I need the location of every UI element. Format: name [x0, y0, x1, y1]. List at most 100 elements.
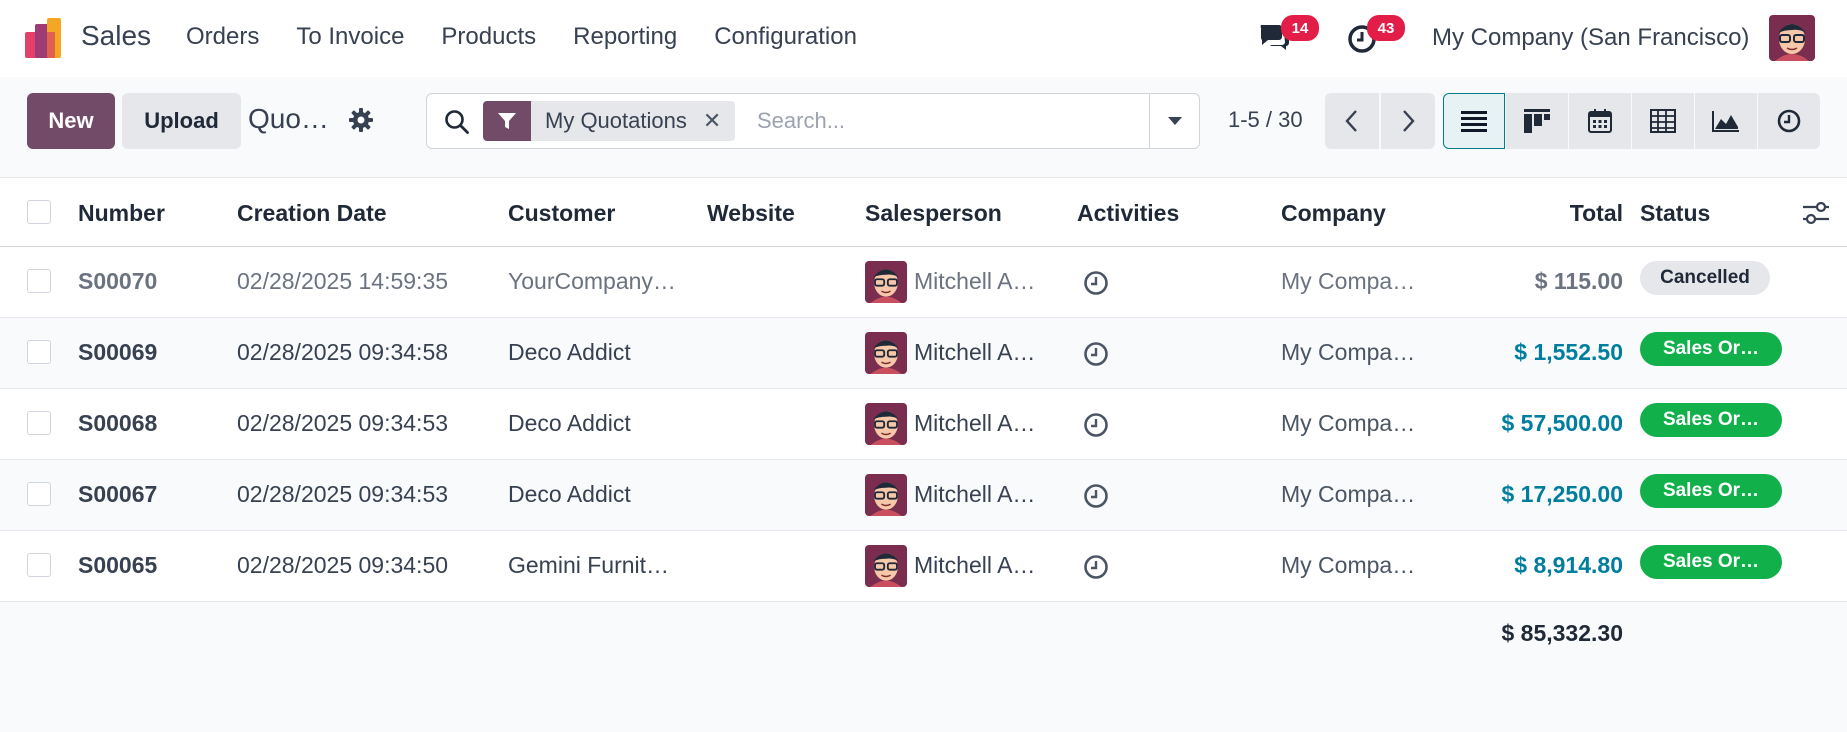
clock-icon [1777, 109, 1801, 133]
order-total: $ 8,914.80 [1514, 552, 1623, 578]
customer: Gemini Furnit… [508, 552, 670, 578]
customer: Deco Addict [508, 410, 631, 436]
company: My Compa… [1281, 481, 1416, 507]
upload-button[interactable]: Upload [122, 93, 241, 149]
status-badge: Sales Or… [1640, 545, 1782, 579]
kanban-view-icon [1524, 109, 1550, 133]
creation-date: 02/28/2025 09:34:53 [237, 481, 449, 507]
activity-clock-icon[interactable] [1083, 412, 1109, 438]
status-badge: Sales Or… [1640, 403, 1782, 437]
column-salesperson[interactable]: Salesperson [865, 200, 1002, 227]
search-options-toggle[interactable] [1149, 94, 1199, 148]
table-header: Number Creation Date Customer Website Sa… [0, 177, 1847, 247]
salesperson: Mitchell A… [914, 481, 1036, 507]
quotations-list: Number Creation Date Customer Website Sa… [0, 177, 1847, 602]
salesperson-avatar [865, 332, 907, 374]
company-switcher[interactable]: My Company (San Francisco) [1432, 24, 1749, 52]
remove-facet-icon[interactable]: ✕ [703, 108, 721, 134]
top-navbar: Sales Orders To Invoice Products Reporti… [0, 0, 1847, 77]
company: My Compa… [1281, 552, 1416, 578]
row-checkbox[interactable] [27, 553, 51, 577]
salesperson: Mitchell A… [914, 410, 1036, 436]
company: My Compa… [1281, 410, 1416, 436]
graph-view-button[interactable] [1695, 93, 1757, 149]
menu-configuration[interactable]: Configuration [714, 23, 857, 51]
activity-clock-icon[interactable] [1083, 554, 1109, 580]
creation-date: 02/28/2025 09:34:58 [237, 339, 449, 365]
pager-previous-button[interactable] [1325, 93, 1379, 149]
pager-value[interactable]: 1-5 / 30 [1228, 107, 1303, 133]
status-badge: Sales Or… [1640, 332, 1782, 366]
pager-next-button[interactable] [1381, 93, 1435, 149]
customer: Deco Addict [508, 339, 631, 365]
menu-products[interactable]: Products [441, 23, 536, 51]
table-row[interactable]: S00065 02/28/2025 09:34:50 Gemini Furnit… [0, 531, 1847, 602]
chevron-right-icon [1403, 110, 1415, 132]
column-creation-date[interactable]: Creation Date [237, 200, 387, 227]
calendar-view-icon [1588, 109, 1612, 133]
search-bar: My Quotations ✕ [426, 93, 1200, 149]
column-website[interactable]: Website [707, 200, 795, 227]
area-chart-icon [1712, 111, 1739, 132]
pivot-table-icon [1650, 109, 1676, 133]
status-badge: Cancelled [1640, 261, 1770, 295]
company: My Compa… [1281, 339, 1416, 365]
activity-clock-icon[interactable] [1083, 483, 1109, 509]
table-row[interactable]: S00069 02/28/2025 09:34:58 Deco Addict M… [0, 318, 1847, 389]
column-activities[interactable]: Activities [1077, 200, 1179, 227]
optional-columns-icon[interactable] [1803, 201, 1829, 225]
facet-label: My Quotations [545, 108, 687, 133]
order-number: S00065 [78, 552, 158, 578]
activity-clock-icon[interactable] [1083, 341, 1109, 367]
grand-total: $ 85,332.30 [1501, 620, 1623, 646]
sales-app-icon[interactable] [25, 18, 67, 58]
salesperson: Mitchell A… [914, 268, 1036, 294]
creation-date: 02/28/2025 14:59:35 [237, 268, 449, 294]
salesperson-avatar [865, 261, 907, 303]
row-checkbox[interactable] [27, 269, 51, 293]
app-name[interactable]: Sales [81, 20, 151, 52]
salesperson: Mitchell A… [914, 339, 1036, 365]
messages-count-badge: 14 [1281, 15, 1319, 41]
column-number[interactable]: Number [78, 200, 165, 227]
list-view-icon [1461, 111, 1487, 132]
table-row[interactable]: S00067 02/28/2025 09:34:53 Deco Addict M… [0, 460, 1847, 531]
salesperson: Mitchell A… [914, 552, 1036, 578]
column-customer[interactable]: Customer [508, 200, 615, 227]
calendar-view-button[interactable] [1569, 93, 1631, 149]
table-row[interactable]: S00070 02/28/2025 14:59:35 YourCompany… … [0, 247, 1847, 318]
user-avatar[interactable] [1769, 15, 1815, 61]
status-badge: Sales Or… [1640, 474, 1782, 508]
facet-body: My Quotations ✕ [531, 101, 736, 141]
main-menu: Orders To Invoice Products Reporting Con… [186, 23, 894, 51]
search-icon[interactable] [443, 108, 471, 136]
customer: YourCompany… [508, 268, 676, 294]
filter-icon [483, 101, 531, 141]
column-status[interactable]: Status [1640, 200, 1710, 227]
menu-reporting[interactable]: Reporting [573, 23, 677, 51]
order-number: S00068 [78, 410, 158, 436]
select-all-checkbox[interactable] [27, 200, 51, 224]
row-checkbox[interactable] [27, 411, 51, 435]
search-input[interactable] [757, 102, 1147, 140]
activities-count-badge: 43 [1367, 15, 1405, 41]
pivot-view-button[interactable] [1632, 93, 1694, 149]
page-title: Quo… [248, 103, 329, 134]
menu-orders[interactable]: Orders [186, 23, 259, 51]
salesperson-avatar [865, 403, 907, 445]
column-company[interactable]: Company [1281, 200, 1386, 227]
row-checkbox[interactable] [27, 482, 51, 506]
activity-clock-icon[interactable] [1083, 270, 1109, 296]
gear-icon[interactable] [348, 107, 374, 133]
new-button[interactable]: New [27, 93, 115, 149]
activity-view-button[interactable] [1758, 93, 1820, 149]
order-number: S00067 [78, 481, 158, 507]
column-total[interactable]: Total [1570, 200, 1623, 227]
list-view-button[interactable] [1443, 93, 1505, 149]
creation-date: 02/28/2025 09:34:53 [237, 410, 449, 436]
row-checkbox[interactable] [27, 340, 51, 364]
order-number: S00070 [78, 268, 158, 294]
table-row[interactable]: S00068 02/28/2025 09:34:53 Deco Addict M… [0, 389, 1847, 460]
menu-to-invoice[interactable]: To Invoice [296, 23, 404, 51]
kanban-view-button[interactable] [1506, 93, 1568, 149]
